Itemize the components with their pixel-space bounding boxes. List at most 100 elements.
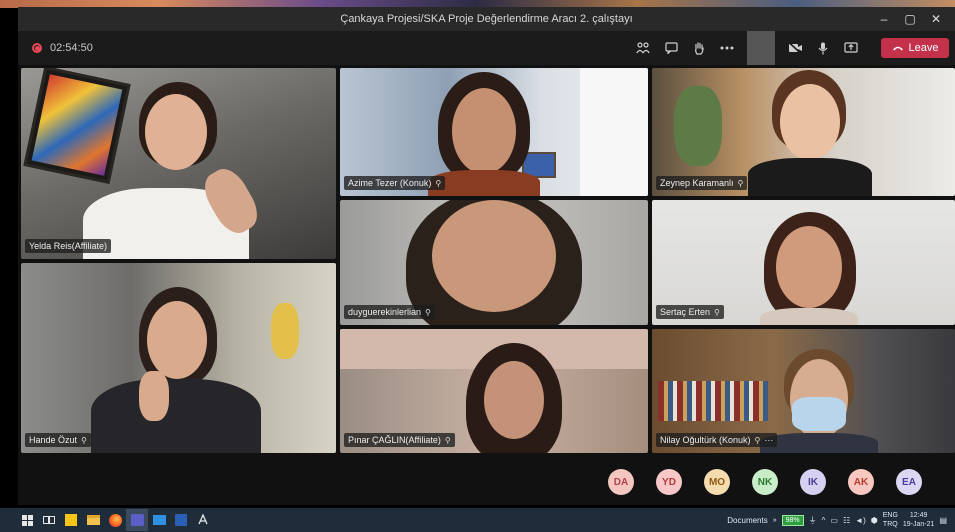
mail-icon[interactable] xyxy=(148,509,170,531)
network-icon[interactable]: ▭ xyxy=(830,516,838,525)
mic-muted-icon: ⚲ xyxy=(444,435,451,445)
participant-name: Azime Tezer (Konuk) xyxy=(348,178,432,188)
maximize-button[interactable]: ▢ xyxy=(897,7,923,31)
participant-body xyxy=(760,308,858,325)
avatar-initials: YD xyxy=(662,476,676,488)
language-indicator[interactable]: ENG TRQ xyxy=(883,511,898,529)
keyboard-layout: TRQ xyxy=(882,521,898,528)
window-curtain xyxy=(580,68,648,196)
participant-hand xyxy=(139,371,169,421)
participant-name: Yelda Reis(Affiliate) xyxy=(29,241,108,251)
video-tile[interactable]: Yelda Reis(Affiliate) xyxy=(21,68,336,259)
background-object xyxy=(271,303,299,359)
avatar-initials: AK xyxy=(853,476,869,488)
meeting-toolbar: 02:54:50 Leave xyxy=(18,31,955,65)
notifications-icon[interactable]: ▤ xyxy=(939,516,947,525)
chat-icon[interactable] xyxy=(657,31,685,65)
avatar-initials: NK xyxy=(757,476,773,488)
video-tile[interactable]: Pınar ÇAĞLIN(Affiliate) ⚲ xyxy=(340,329,648,453)
participant-name: Zeynep Karamanlı xyxy=(660,178,734,188)
participant-body xyxy=(748,158,872,196)
avatar[interactable]: EA xyxy=(896,469,922,495)
participant-name-tag: Pınar ÇAĞLIN(Affiliate) ⚲ xyxy=(344,433,455,447)
avatar-initials: EA xyxy=(902,476,916,488)
leave-button[interactable]: Leave xyxy=(881,38,949,58)
video-tile[interactable]: Hande Özut ⚲ xyxy=(21,263,336,453)
participant-face xyxy=(484,361,544,439)
firefox-icon[interactable] xyxy=(104,509,126,531)
window-controls: – ▢ ✕ xyxy=(871,7,949,31)
clock[interactable]: 12:49 19-Jan-21 xyxy=(903,511,935,529)
participant-name: Pınar ÇAĞLIN(Affiliate) xyxy=(348,435,441,445)
participant-name: Hande Özut xyxy=(29,435,78,445)
mic-muted-icon: ⚲ xyxy=(425,307,431,317)
mic-muted-icon: ⚲ xyxy=(754,435,761,445)
language-bar-icon[interactable]: ☷ xyxy=(843,516,850,525)
share-screen-icon[interactable] xyxy=(837,31,865,65)
screen: Çankaya Projesi/SKA Proje Değerlendirme … xyxy=(0,0,955,532)
more-icon[interactable]: ··· xyxy=(764,435,773,445)
word-icon[interactable] xyxy=(170,509,192,531)
video-tile[interactable]: Zeynep Karamanlı ⚲ xyxy=(652,68,955,196)
participant-name: duyguerekinlerlian xyxy=(348,307,422,317)
teams-tray-icon[interactable]: ⬢ xyxy=(871,516,878,525)
volume-icon[interactable]: ◄) xyxy=(855,516,866,525)
usb-icon[interactable]: ⏚ xyxy=(809,515,817,526)
toolbar-actions xyxy=(629,31,865,65)
participant-name-tag: Zeynep Karamanlı ⚲ xyxy=(656,176,748,190)
avatar[interactable]: NK xyxy=(752,469,778,495)
participant-name-tag: Yelda Reis(Affiliate) xyxy=(25,239,112,253)
video-tile[interactable]: Azime Tezer (Konuk) ⚲ xyxy=(340,68,648,196)
windows-taskbar: Documents » 98% ⏚ ^ ▭ ☷ ◄) ⬢ ENG TRQ 12:… xyxy=(0,508,955,532)
acrobat-icon[interactable] xyxy=(192,509,214,531)
participant-face xyxy=(452,88,516,174)
video-tile[interactable]: Nilay Oğultürk (Konuk) ⚲ ··· xyxy=(652,329,955,453)
avatar[interactable]: DA xyxy=(608,469,634,495)
participant-body xyxy=(91,379,261,453)
participant-name-tag: Sertaç Erten ⚲ xyxy=(656,305,724,319)
avatar[interactable]: IK xyxy=(800,469,826,495)
phone-hangup-icon xyxy=(892,46,903,51)
clock-time: 12:49 xyxy=(909,512,928,519)
close-button[interactable]: ✕ xyxy=(923,7,949,31)
sticky-notes-icon[interactable] xyxy=(60,509,82,531)
avatar[interactable]: YD xyxy=(656,469,682,495)
avatar[interactable]: MO xyxy=(704,469,730,495)
documents-toolbar[interactable]: Documents xyxy=(727,516,767,525)
participant-name-tag: duyguerekinlerlian ⚲ xyxy=(344,305,435,319)
participant-face xyxy=(145,94,207,170)
mic-muted-icon: ⚲ xyxy=(81,435,87,445)
participant-name-tag: Nilay Oğultürk (Konuk) ⚲ ··· xyxy=(656,433,778,447)
minimize-button[interactable]: – xyxy=(871,7,897,31)
participant-face xyxy=(780,84,840,160)
more-options-icon[interactable] xyxy=(713,31,741,65)
video-tile[interactable]: duyguerekinlerlian ⚲ xyxy=(340,200,648,325)
windows-start-icon[interactable] xyxy=(16,509,38,531)
toolbar-divider xyxy=(747,31,775,65)
title-bar: Çankaya Projesi/SKA Proje Değerlendirme … xyxy=(18,7,955,31)
bookshelf xyxy=(658,381,768,421)
microphone-icon[interactable] xyxy=(809,31,837,65)
teams-icon[interactable] xyxy=(126,509,148,531)
participant-name-tag: Hande Özut ⚲ xyxy=(25,433,91,447)
participants-icon[interactable] xyxy=(629,31,657,65)
camera-off-icon[interactable] xyxy=(781,31,809,65)
avatar[interactable]: AK xyxy=(848,469,874,495)
show-hidden-icons-icon[interactable]: ^ xyxy=(822,516,826,525)
leave-label: Leave xyxy=(908,42,939,54)
battery-indicator[interactable]: 98% xyxy=(781,514,804,526)
window-title: Çankaya Projesi/SKA Proje Değerlendirme … xyxy=(340,13,633,25)
participant-avatars: DA YD MO NK IK AK EA xyxy=(608,469,922,495)
wall-painting xyxy=(23,68,131,185)
avatar-initials: IK xyxy=(808,476,818,488)
meeting-timer: 02:54:50 xyxy=(50,42,93,54)
mic-muted-icon: ⚲ xyxy=(737,178,744,188)
participant-body xyxy=(760,433,878,453)
video-tile[interactable]: Sertaç Erten ⚲ xyxy=(652,200,955,325)
chevron-icon[interactable]: » xyxy=(773,517,777,524)
file-explorer-icon[interactable] xyxy=(82,509,104,531)
participant-face xyxy=(147,301,207,379)
task-view-icon[interactable] xyxy=(38,509,60,531)
raise-hand-icon[interactable] xyxy=(685,31,713,65)
participant-face xyxy=(432,200,556,312)
